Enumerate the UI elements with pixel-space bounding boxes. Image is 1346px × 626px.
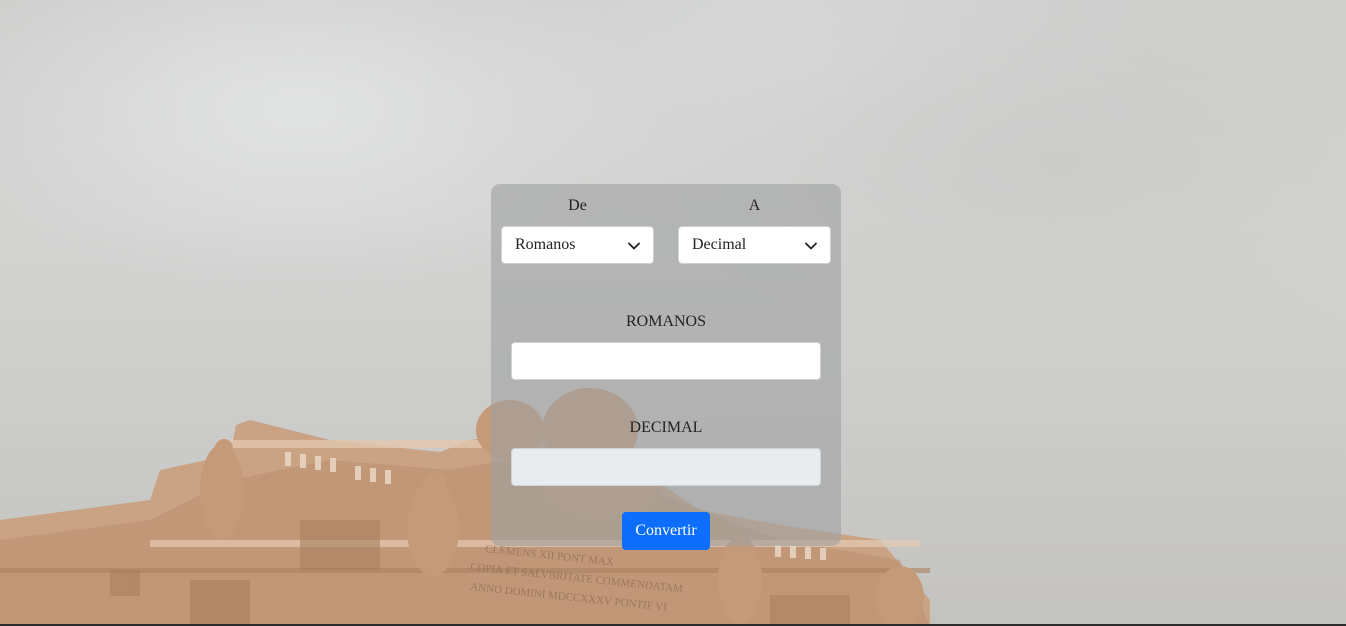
output-label: DECIMAL (629, 419, 703, 436)
converter-panel: De A Romanos Decimal ROMANOS DECIMAL Con… (491, 184, 841, 550)
from-select[interactable]: Romanos (501, 226, 654, 264)
to-select[interactable]: Decimal (678, 226, 831, 264)
from-select-value: Romanos (515, 236, 576, 253)
roman-input[interactable] (511, 342, 821, 380)
from-label: De (568, 197, 587, 214)
input-label: ROMANOS (625, 313, 706, 330)
to-label: A (748, 197, 761, 214)
chevron-down-icon (628, 242, 640, 250)
to-select-value: Decimal (692, 236, 747, 253)
chevron-down-icon (805, 242, 817, 250)
convert-button[interactable]: Convertir (622, 512, 710, 550)
decimal-output (511, 448, 821, 486)
